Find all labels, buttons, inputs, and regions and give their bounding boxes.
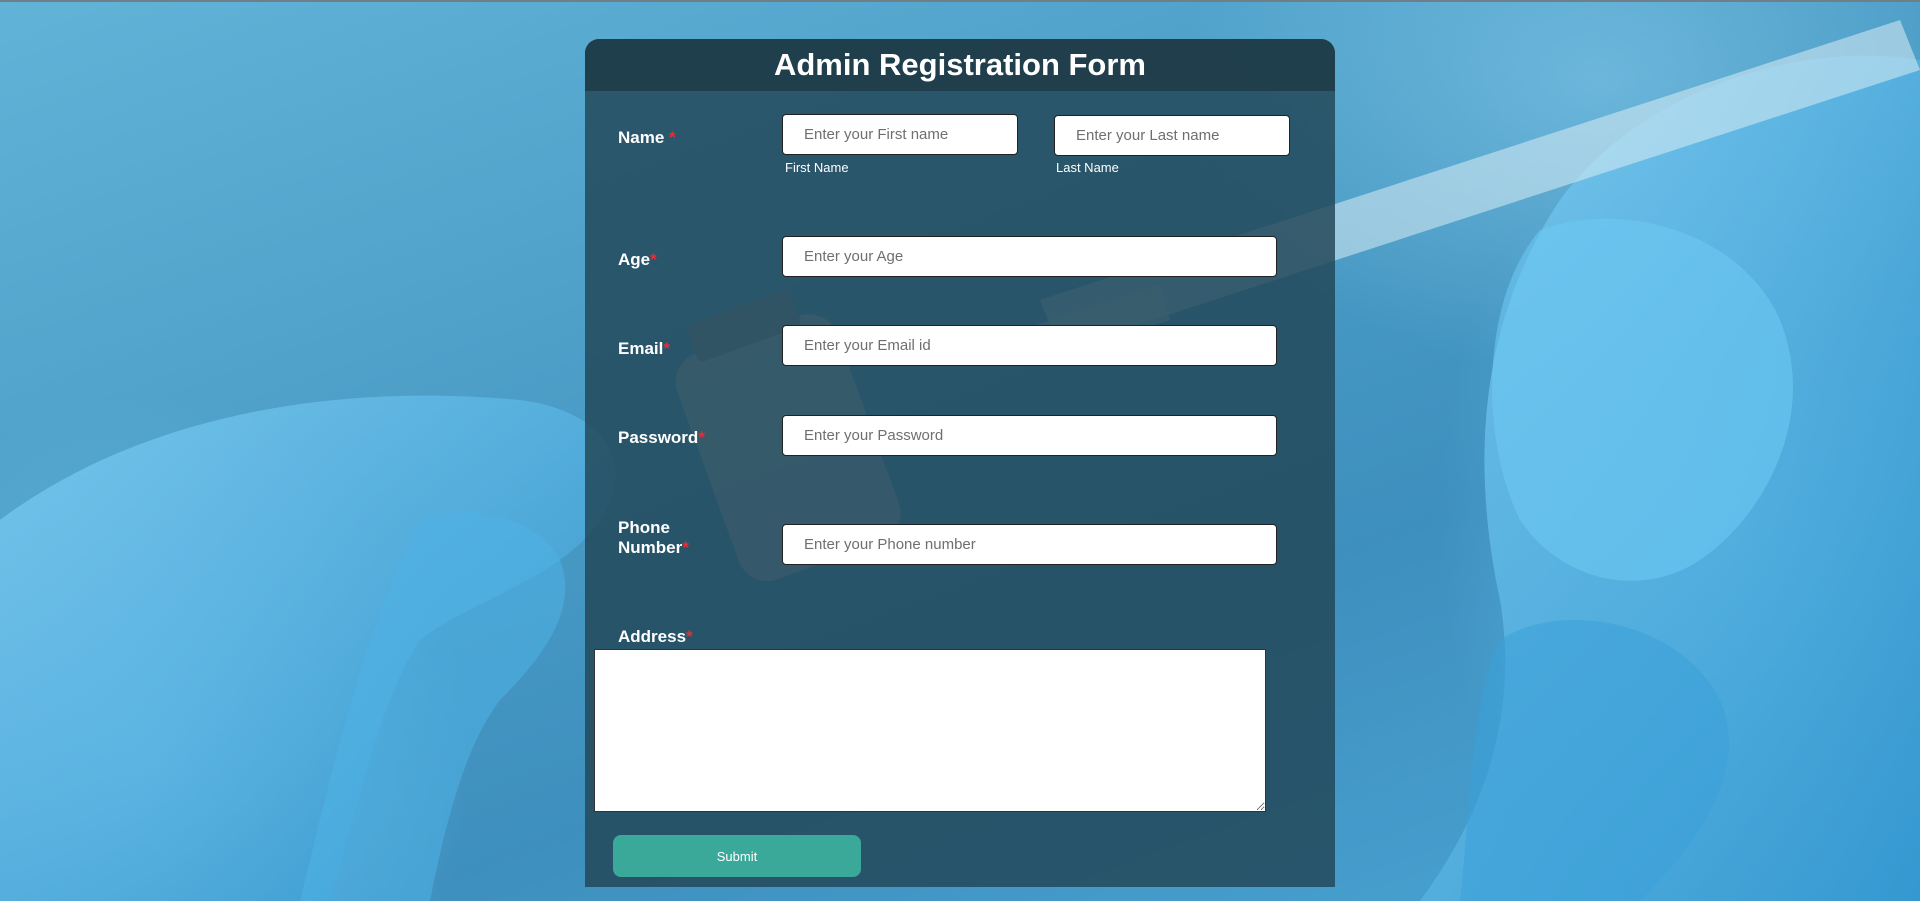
email-label-text: Email [618, 339, 664, 358]
first-name-input[interactable] [782, 114, 1018, 155]
registration-form-panel: Admin Registration Form Name * First Nam… [585, 39, 1335, 887]
password-label-text: Password [618, 428, 699, 447]
age-input[interactable] [782, 236, 1277, 277]
form-title: Admin Registration Form [773, 47, 1146, 82]
name-label: Name * [618, 128, 676, 148]
last-name-input[interactable] [1054, 115, 1290, 156]
age-label: Age* [618, 250, 657, 270]
form-header: Admin Registration Form [585, 39, 1335, 91]
required-asterisk: * [682, 538, 689, 557]
phone-number-input[interactable] [782, 524, 1277, 565]
last-name-sublabel: Last Name [1056, 160, 1119, 175]
submit-button[interactable]: Submit [613, 835, 861, 877]
address-textarea[interactable] [594, 649, 1266, 812]
required-asterisk: * [686, 627, 693, 646]
name-label-text: Name [618, 128, 665, 147]
first-name-sublabel: First Name [785, 160, 849, 175]
required-asterisk: * [650, 250, 657, 269]
age-label-text: Age [618, 250, 651, 269]
password-label: Password* [618, 428, 705, 448]
phone-label-line2: Number [618, 538, 683, 557]
phone-label-line1: Phone [618, 518, 670, 537]
password-input[interactable] [782, 415, 1277, 456]
required-asterisk: * [663, 339, 670, 358]
email-input[interactable] [782, 325, 1277, 366]
address-label-text: Address [618, 627, 687, 646]
email-label: Email* [618, 339, 670, 359]
phone-label: Phone Number* [618, 518, 689, 558]
required-asterisk: * [669, 128, 676, 147]
address-label: Address* [618, 627, 693, 647]
required-asterisk: * [698, 428, 705, 447]
